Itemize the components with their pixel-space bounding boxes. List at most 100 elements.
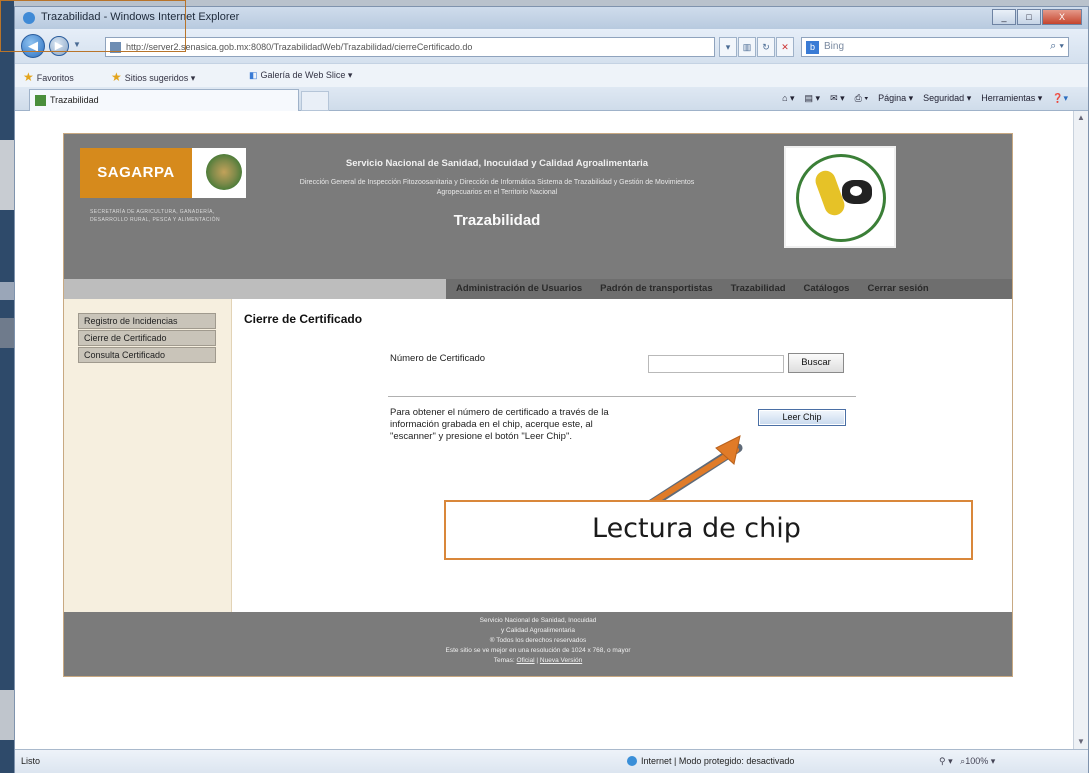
forward-button[interactable]: ▶ xyxy=(49,36,69,56)
ie-icon xyxy=(23,12,35,24)
footer-line: Este sitio se ve mejor en una resolución… xyxy=(445,647,631,654)
search-icon[interactable]: ⌕ ▾ xyxy=(1050,40,1064,53)
divider xyxy=(388,396,856,397)
main-nav: Administración de Usuarios Padrón de tra… xyxy=(64,279,1012,299)
zoom-control[interactable]: ⚲ ▾ ⌕100% ▾ xyxy=(939,756,995,767)
chip-instructions: Para obtener el número de certificado a … xyxy=(390,407,609,442)
home-icon[interactable]: ⌂ ▾ xyxy=(782,93,794,104)
zoom-level: 100% xyxy=(965,756,989,766)
star-icon: ★ xyxy=(23,70,34,84)
command-bar: ⌂ ▾ ▤ ▾ ✉ ▾ ⎙ ▾ Página ▾ Seguridad ▾ Her… xyxy=(772,93,1068,104)
footer-links: Temas: Oficial | Nueva Versión xyxy=(493,657,583,664)
scroll-down-icon[interactable]: ▼ xyxy=(1076,737,1086,747)
address-dropdown-icon[interactable]: ▾ xyxy=(719,37,737,57)
web-page: SAGARPA SECRETARÍA DE AGRICULTURA, GANAD… xyxy=(63,133,1013,677)
sagarpa-logo[interactable]: SAGARPA xyxy=(80,148,246,198)
sidebar-item-registro-incidencias[interactable]: Registro de Incidencias xyxy=(78,313,216,329)
bing-icon: b xyxy=(806,41,819,54)
footer-links-prefix: Temas: xyxy=(493,657,515,664)
page-menu[interactable]: Página ▾ xyxy=(878,93,913,104)
browser-window: Trazabilidad - Windows Internet Explorer… xyxy=(14,6,1089,773)
web-slice-icon: ◧ xyxy=(249,70,258,80)
search-button[interactable]: Buscar xyxy=(788,353,844,373)
nav-item-catalogos[interactable]: Catálogos xyxy=(804,283,850,294)
certificate-number-input[interactable] xyxy=(648,355,784,373)
secretaria-text: SECRETARÍA DE AGRICULTURA, GANADERÍA, DE… xyxy=(90,209,220,223)
help-icon[interactable]: ❓▾ xyxy=(1052,93,1068,104)
globe-icon xyxy=(627,756,637,766)
site-header: SAGARPA SECRETARÍA DE AGRICULTURA, GANAD… xyxy=(64,134,1012,279)
tools-menu[interactable]: Herramientas ▾ xyxy=(981,93,1042,104)
nav-item-cerrar-sesion[interactable]: Cerrar sesión xyxy=(867,283,928,294)
web-slice-gallery-link[interactable]: ◧ Galería de Web Slice ▾ xyxy=(249,70,352,81)
mail-icon[interactable]: ✉ ▾ xyxy=(830,93,845,104)
certificate-number-label: Número de Certificado xyxy=(390,353,486,364)
senasica-seal-logo xyxy=(784,146,896,248)
footer-line: ® Todos los derechos reservados xyxy=(489,637,587,644)
tab-icon xyxy=(35,95,46,106)
app-title: Trazabilidad xyxy=(453,212,541,229)
footer-line: Servicio Nacional de Sanidad, Inocuidad xyxy=(479,617,597,624)
suggested-sites-link[interactable]: ★ Sitios sugeridos ▾ xyxy=(111,70,195,84)
address-bar[interactable]: http://server2.senasica.gob.mx:8080/Traz… xyxy=(105,37,715,57)
close-button[interactable]: X xyxy=(1042,9,1082,25)
compatibility-icon[interactable]: ▥ xyxy=(738,37,756,57)
sidebar-item-cierre-certificado[interactable]: Cierre de Certificado xyxy=(78,330,216,346)
footer-link-nueva-version[interactable]: Nueva Versión xyxy=(540,657,582,664)
scroll-up-icon[interactable]: ▲ xyxy=(1076,113,1086,123)
nav-item-transportistas[interactable]: Padrón de transportistas xyxy=(600,283,712,294)
add-favorite-icon: ★ xyxy=(111,70,122,84)
footer-line: y Calidad Agroalimentaria xyxy=(500,627,576,634)
protected-mode-icon: ⚲ ▾ xyxy=(939,756,953,766)
desktop-background xyxy=(0,0,14,773)
address-row: ◀ ▶ ▼ http://server2.senasica.gob.mx:808… xyxy=(15,29,1088,63)
sagarpa-logo-text: SAGARPA xyxy=(80,148,192,198)
title-bar[interactable]: Trazabilidad - Windows Internet Explorer… xyxy=(15,7,1088,29)
agency-name: Servicio Nacional de Sanidad, Inocuidad … xyxy=(345,158,649,169)
search-engine-label: Bing xyxy=(824,41,845,52)
footer-link-oficial[interactable]: Oficial xyxy=(517,657,535,664)
favorites-button[interactable]: ★ Favoritos xyxy=(23,70,74,84)
favorites-bar: ★ Favoritos ★ Sitios sugeridos ▾ ◧ Galería … xyxy=(15,63,1088,87)
status-text: Listo xyxy=(21,756,41,766)
page-icon xyxy=(110,42,121,53)
tab-trazabilidad[interactable]: Trazabilidad xyxy=(29,89,299,111)
stop-icon[interactable]: ✕ xyxy=(776,37,794,57)
address-controls: ▾ ▥ ↻ ✕ xyxy=(719,37,795,57)
web-slice-label: Galería de Web Slice ▾ xyxy=(260,70,353,80)
status-bar: Listo Internet | Modo protegido: desacti… xyxy=(15,749,1088,773)
desktop-icon xyxy=(0,282,14,300)
vertical-scrollbar[interactable]: ▲ ▼ xyxy=(1073,111,1088,749)
favorites-label: Favoritos xyxy=(36,73,74,83)
sidebar-item-consulta-certificado[interactable]: Consulta Certificado xyxy=(78,347,216,363)
tab-label: Trazabilidad xyxy=(50,95,99,105)
nav-item-trazabilidad[interactable]: Trazabilidad xyxy=(731,283,786,294)
back-button[interactable]: ◀ xyxy=(21,34,45,58)
security-zone[interactable]: Internet | Modo protegido: desactivado xyxy=(627,756,794,766)
arrow-shaft xyxy=(647,447,739,507)
desktop-window-fragment xyxy=(0,690,14,740)
nav-item-usuarios[interactable]: Administración de Usuarios xyxy=(456,283,582,294)
refresh-icon[interactable]: ↻ xyxy=(757,37,775,57)
new-tab-button[interactable] xyxy=(301,91,329,111)
print-icon[interactable]: ⎙ ▾ xyxy=(855,93,868,104)
safety-menu[interactable]: Seguridad ▾ xyxy=(923,93,971,104)
history-dropdown-icon[interactable]: ▼ xyxy=(73,40,81,49)
feeds-icon[interactable]: ▤ ▾ xyxy=(805,93,821,104)
site-footer: Servicio Nacional de Sanidad, Inocuidad … xyxy=(64,612,1012,676)
agency-subtitle: Dirección General de Inspección Fitozoos… xyxy=(299,179,695,196)
minimize-button[interactable]: _ xyxy=(992,9,1016,25)
header-text: Servicio Nacional de Sanidad, Inocuidad … xyxy=(282,158,712,229)
page-viewport: SAGARPA SECRETARÍA DE AGRICULTURA, GANAD… xyxy=(15,111,1073,749)
search-box[interactable]: b Bing ⌕ ▾ xyxy=(801,37,1069,57)
desktop-window-fragment xyxy=(0,140,14,210)
window-controls: _ □ X xyxy=(991,9,1082,25)
chip-reading-callout: Lectura de chip xyxy=(444,500,973,560)
sidebar: Registro de Incidencias Cierre de Certif… xyxy=(64,299,232,612)
tab-row: Trazabilidad ⌂ ▾ ▤ ▾ ✉ ▾ ⎙ ▾ Página ▾ Se… xyxy=(15,87,1088,111)
maximize-button[interactable]: □ xyxy=(1017,9,1041,25)
window-title: Trazabilidad - Windows Internet Explorer xyxy=(41,11,240,23)
desktop-icon xyxy=(0,318,14,348)
suggested-sites-label: Sitios sugeridos ▾ xyxy=(124,73,196,83)
cow-spot xyxy=(850,186,862,196)
